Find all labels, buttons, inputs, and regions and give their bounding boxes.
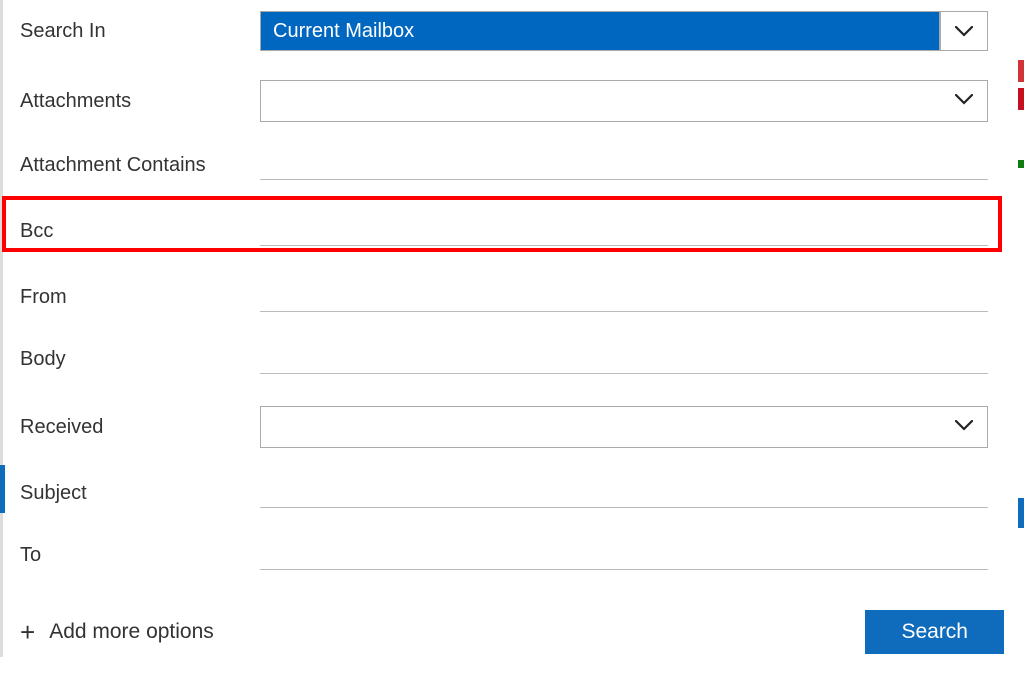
attachment-contains-input[interactable] — [260, 150, 988, 180]
body-label: Body — [20, 348, 260, 371]
from-label: From — [20, 286, 260, 309]
subject-label: Subject — [20, 482, 260, 505]
bcc-row: Bcc — [0, 206, 1024, 256]
search-in-selected-value: Current Mailbox — [260, 11, 940, 51]
add-more-options-button[interactable]: + Add more options — [20, 619, 214, 645]
to-row: To — [0, 530, 1024, 580]
footer-row: + Add more options Search — [0, 598, 1024, 654]
to-input[interactable] — [260, 540, 988, 570]
received-dropdown[interactable] — [260, 406, 988, 448]
bcc-input[interactable] — [260, 216, 988, 246]
edge-tick-darkred — [1018, 88, 1024, 110]
attachment-contains-label: Attachment Contains — [20, 154, 260, 177]
search-button[interactable]: Search — [865, 610, 1004, 654]
body-row: Body — [0, 334, 1024, 384]
right-edge-marks — [1018, 0, 1024, 657]
search-in-dropdown[interactable]: Current Mailbox — [260, 11, 988, 51]
from-input[interactable] — [260, 282, 988, 312]
attachments-label: Attachments — [20, 90, 260, 113]
chevron-down-icon — [955, 26, 973, 37]
plus-icon: + — [20, 619, 35, 645]
subject-row: Subject — [0, 468, 1024, 518]
edge-tick-blue — [1018, 498, 1024, 528]
chevron-down-icon — [955, 418, 973, 436]
add-more-options-label: Add more options — [49, 620, 214, 644]
attachments-dropdown[interactable] — [260, 80, 988, 122]
subject-input[interactable] — [260, 478, 988, 508]
edge-tick-red — [1018, 60, 1024, 82]
search-in-dropdown-toggle[interactable] — [940, 11, 988, 51]
edge-tick-green — [1018, 160, 1024, 168]
bcc-label: Bcc — [20, 220, 260, 243]
advanced-search-form: Search In Current Mailbox Attachments At… — [0, 0, 1024, 674]
attachment-contains-row: Attachment Contains — [0, 140, 1024, 190]
from-row: From — [0, 272, 1024, 322]
to-label: To — [20, 544, 260, 567]
search-in-row: Search In Current Mailbox — [0, 10, 1024, 60]
search-in-label: Search In — [20, 20, 260, 43]
received-label: Received — [20, 416, 260, 439]
received-row: Received — [0, 398, 1024, 456]
chevron-down-icon — [955, 92, 973, 110]
body-input[interactable] — [260, 344, 988, 374]
attachments-row: Attachments — [0, 72, 1024, 130]
